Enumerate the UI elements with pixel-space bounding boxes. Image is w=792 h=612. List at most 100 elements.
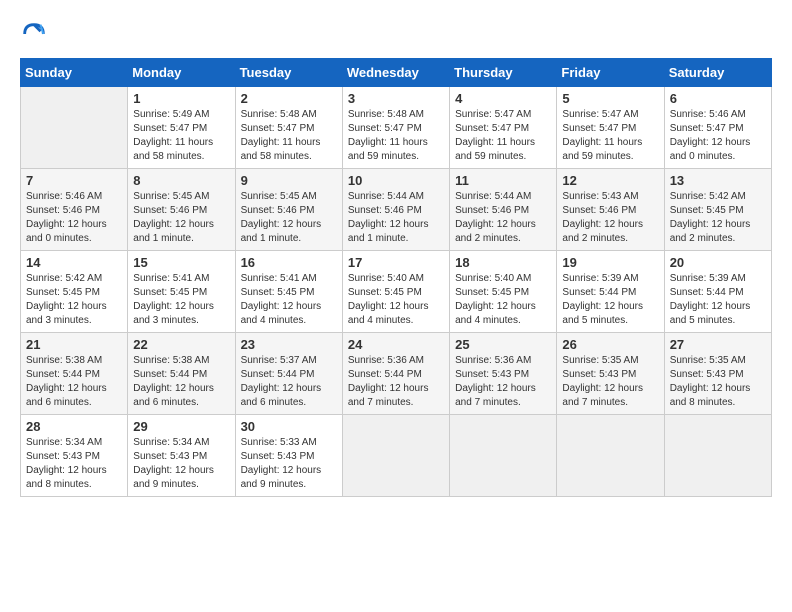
day-detail: Sunrise: 5:48 AMSunset: 5:47 PMDaylight:… [348, 108, 444, 164]
day-detail: Sunrise: 5:33 AMSunset: 5:43 PMDaylight:… [241, 436, 337, 492]
day-detail: Sunrise: 5:40 AMSunset: 5:45 PMDaylight:… [455, 272, 551, 328]
day-cell: 9 Sunrise: 5:45 AMSunset: 5:46 PMDayligh… [235, 169, 342, 251]
day-detail: Sunrise: 5:46 AMSunset: 5:46 PMDaylight:… [26, 190, 122, 246]
day-detail: Sunrise: 5:44 AMSunset: 5:46 PMDaylight:… [455, 190, 551, 246]
day-detail: Sunrise: 5:48 AMSunset: 5:47 PMDaylight:… [241, 108, 337, 164]
logo-icon [20, 20, 48, 48]
day-detail: Sunrise: 5:35 AMSunset: 5:43 PMDaylight:… [562, 354, 658, 410]
day-number: 5 [562, 91, 658, 106]
day-cell: 29 Sunrise: 5:34 AMSunset: 5:43 PMDaylig… [128, 415, 235, 497]
day-cell: 4 Sunrise: 5:47 AMSunset: 5:47 PMDayligh… [450, 87, 557, 169]
logo [20, 20, 52, 48]
day-number: 11 [455, 173, 551, 188]
day-number: 13 [670, 173, 766, 188]
header-thursday: Thursday [450, 59, 557, 87]
day-number: 19 [562, 255, 658, 270]
day-cell [450, 415, 557, 497]
day-cell: 7 Sunrise: 5:46 AMSunset: 5:46 PMDayligh… [21, 169, 128, 251]
day-detail: Sunrise: 5:47 AMSunset: 5:47 PMDaylight:… [562, 108, 658, 164]
day-cell: 10 Sunrise: 5:44 AMSunset: 5:46 PMDaylig… [342, 169, 449, 251]
day-cell: 30 Sunrise: 5:33 AMSunset: 5:43 PMDaylig… [235, 415, 342, 497]
day-detail: Sunrise: 5:39 AMSunset: 5:44 PMDaylight:… [562, 272, 658, 328]
calendar-table: SundayMondayTuesdayWednesdayThursdayFrid… [20, 58, 772, 497]
day-number: 9 [241, 173, 337, 188]
header-sunday: Sunday [21, 59, 128, 87]
day-detail: Sunrise: 5:36 AMSunset: 5:43 PMDaylight:… [455, 354, 551, 410]
day-detail: Sunrise: 5:37 AMSunset: 5:44 PMDaylight:… [241, 354, 337, 410]
day-cell: 5 Sunrise: 5:47 AMSunset: 5:47 PMDayligh… [557, 87, 664, 169]
day-number: 22 [133, 337, 229, 352]
day-detail: Sunrise: 5:42 AMSunset: 5:45 PMDaylight:… [26, 272, 122, 328]
day-detail: Sunrise: 5:38 AMSunset: 5:44 PMDaylight:… [133, 354, 229, 410]
day-number: 7 [26, 173, 122, 188]
day-number: 14 [26, 255, 122, 270]
day-number: 30 [241, 419, 337, 434]
day-cell: 2 Sunrise: 5:48 AMSunset: 5:47 PMDayligh… [235, 87, 342, 169]
day-detail: Sunrise: 5:41 AMSunset: 5:45 PMDaylight:… [133, 272, 229, 328]
day-cell: 24 Sunrise: 5:36 AMSunset: 5:44 PMDaylig… [342, 333, 449, 415]
day-cell: 14 Sunrise: 5:42 AMSunset: 5:45 PMDaylig… [21, 251, 128, 333]
day-cell: 17 Sunrise: 5:40 AMSunset: 5:45 PMDaylig… [342, 251, 449, 333]
day-number: 6 [670, 91, 766, 106]
day-cell: 16 Sunrise: 5:41 AMSunset: 5:45 PMDaylig… [235, 251, 342, 333]
day-number: 21 [26, 337, 122, 352]
day-detail: Sunrise: 5:45 AMSunset: 5:46 PMDaylight:… [241, 190, 337, 246]
day-cell: 13 Sunrise: 5:42 AMSunset: 5:45 PMDaylig… [664, 169, 771, 251]
day-number: 26 [562, 337, 658, 352]
day-detail: Sunrise: 5:46 AMSunset: 5:47 PMDaylight:… [670, 108, 766, 164]
day-number: 12 [562, 173, 658, 188]
day-number: 27 [670, 337, 766, 352]
day-detail: Sunrise: 5:34 AMSunset: 5:43 PMDaylight:… [133, 436, 229, 492]
day-number: 25 [455, 337, 551, 352]
header-monday: Monday [128, 59, 235, 87]
day-number: 10 [348, 173, 444, 188]
header-row: SundayMondayTuesdayWednesdayThursdayFrid… [21, 59, 772, 87]
week-row-2: 14 Sunrise: 5:42 AMSunset: 5:45 PMDaylig… [21, 251, 772, 333]
day-detail: Sunrise: 5:45 AMSunset: 5:46 PMDaylight:… [133, 190, 229, 246]
page-header [20, 20, 772, 48]
day-cell: 28 Sunrise: 5:34 AMSunset: 5:43 PMDaylig… [21, 415, 128, 497]
day-number: 18 [455, 255, 551, 270]
day-detail: Sunrise: 5:49 AMSunset: 5:47 PMDaylight:… [133, 108, 229, 164]
day-cell: 22 Sunrise: 5:38 AMSunset: 5:44 PMDaylig… [128, 333, 235, 415]
day-detail: Sunrise: 5:44 AMSunset: 5:46 PMDaylight:… [348, 190, 444, 246]
day-number: 28 [26, 419, 122, 434]
day-number: 16 [241, 255, 337, 270]
day-number: 4 [455, 91, 551, 106]
day-cell: 1 Sunrise: 5:49 AMSunset: 5:47 PMDayligh… [128, 87, 235, 169]
day-cell: 19 Sunrise: 5:39 AMSunset: 5:44 PMDaylig… [557, 251, 664, 333]
day-cell [664, 415, 771, 497]
day-detail: Sunrise: 5:47 AMSunset: 5:47 PMDaylight:… [455, 108, 551, 164]
header-friday: Friday [557, 59, 664, 87]
day-cell: 27 Sunrise: 5:35 AMSunset: 5:43 PMDaylig… [664, 333, 771, 415]
day-number: 15 [133, 255, 229, 270]
day-cell: 6 Sunrise: 5:46 AMSunset: 5:47 PMDayligh… [664, 87, 771, 169]
day-number: 23 [241, 337, 337, 352]
day-cell: 12 Sunrise: 5:43 AMSunset: 5:46 PMDaylig… [557, 169, 664, 251]
day-cell [21, 87, 128, 169]
day-number: 2 [241, 91, 337, 106]
day-cell [342, 415, 449, 497]
day-number: 29 [133, 419, 229, 434]
day-detail: Sunrise: 5:36 AMSunset: 5:44 PMDaylight:… [348, 354, 444, 410]
header-wednesday: Wednesday [342, 59, 449, 87]
day-cell: 20 Sunrise: 5:39 AMSunset: 5:44 PMDaylig… [664, 251, 771, 333]
day-detail: Sunrise: 5:35 AMSunset: 5:43 PMDaylight:… [670, 354, 766, 410]
day-detail: Sunrise: 5:42 AMSunset: 5:45 PMDaylight:… [670, 190, 766, 246]
day-number: 8 [133, 173, 229, 188]
week-row-1: 7 Sunrise: 5:46 AMSunset: 5:46 PMDayligh… [21, 169, 772, 251]
week-row-0: 1 Sunrise: 5:49 AMSunset: 5:47 PMDayligh… [21, 87, 772, 169]
day-number: 20 [670, 255, 766, 270]
day-number: 24 [348, 337, 444, 352]
day-cell [557, 415, 664, 497]
day-cell: 26 Sunrise: 5:35 AMSunset: 5:43 PMDaylig… [557, 333, 664, 415]
day-cell: 8 Sunrise: 5:45 AMSunset: 5:46 PMDayligh… [128, 169, 235, 251]
day-cell: 21 Sunrise: 5:38 AMSunset: 5:44 PMDaylig… [21, 333, 128, 415]
week-row-3: 21 Sunrise: 5:38 AMSunset: 5:44 PMDaylig… [21, 333, 772, 415]
day-detail: Sunrise: 5:41 AMSunset: 5:45 PMDaylight:… [241, 272, 337, 328]
day-cell: 3 Sunrise: 5:48 AMSunset: 5:47 PMDayligh… [342, 87, 449, 169]
day-cell: 25 Sunrise: 5:36 AMSunset: 5:43 PMDaylig… [450, 333, 557, 415]
day-detail: Sunrise: 5:34 AMSunset: 5:43 PMDaylight:… [26, 436, 122, 492]
day-cell: 18 Sunrise: 5:40 AMSunset: 5:45 PMDaylig… [450, 251, 557, 333]
day-detail: Sunrise: 5:40 AMSunset: 5:45 PMDaylight:… [348, 272, 444, 328]
